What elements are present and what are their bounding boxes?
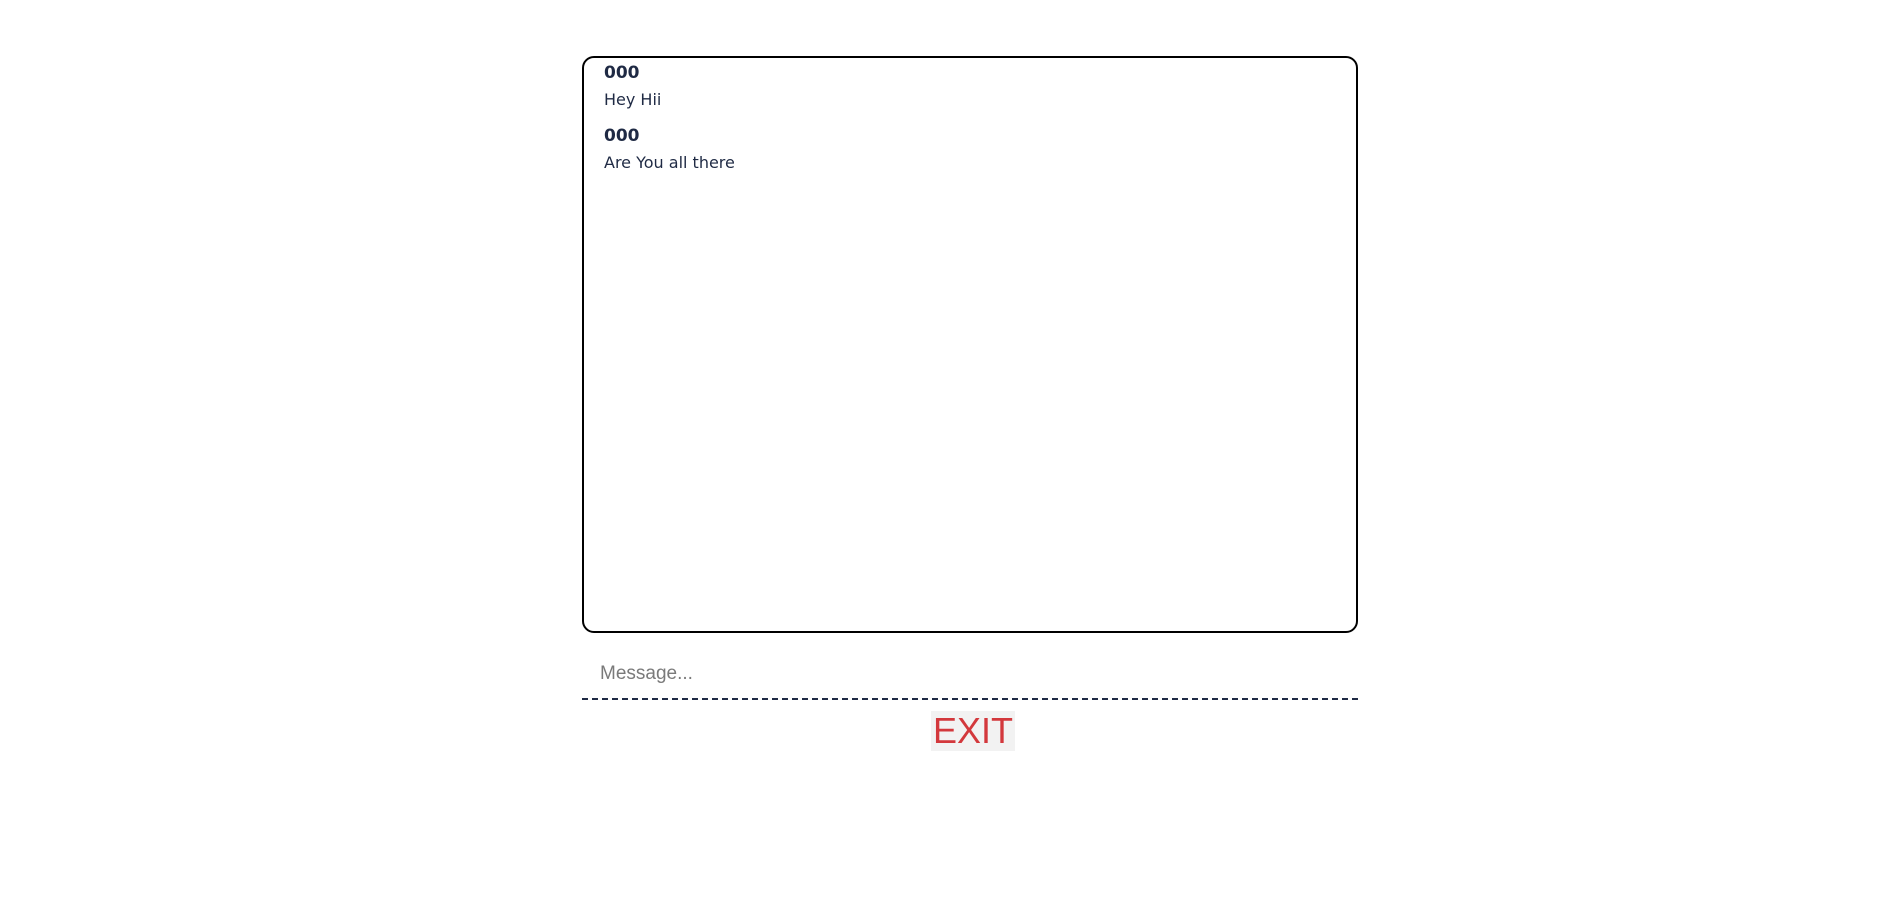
message-input[interactable]	[582, 650, 1358, 700]
message-text: Hey Hii	[604, 90, 662, 109]
chat-panel: 000 Hey Hii 000 Are You all there	[582, 56, 1358, 633]
chat-message: 000 Hey Hii	[604, 62, 1336, 111]
chat-messages-box[interactable]: 000 Hey Hii 000 Are You all there	[582, 56, 1358, 633]
message-sender: 000	[604, 63, 640, 83]
exit-button[interactable]: EXIT	[931, 711, 1016, 751]
message-text: Are You all there	[604, 153, 735, 172]
message-composer	[582, 650, 1358, 700]
message-sender: 000	[604, 126, 640, 146]
chat-message: 000 Are You all there	[604, 125, 1336, 174]
